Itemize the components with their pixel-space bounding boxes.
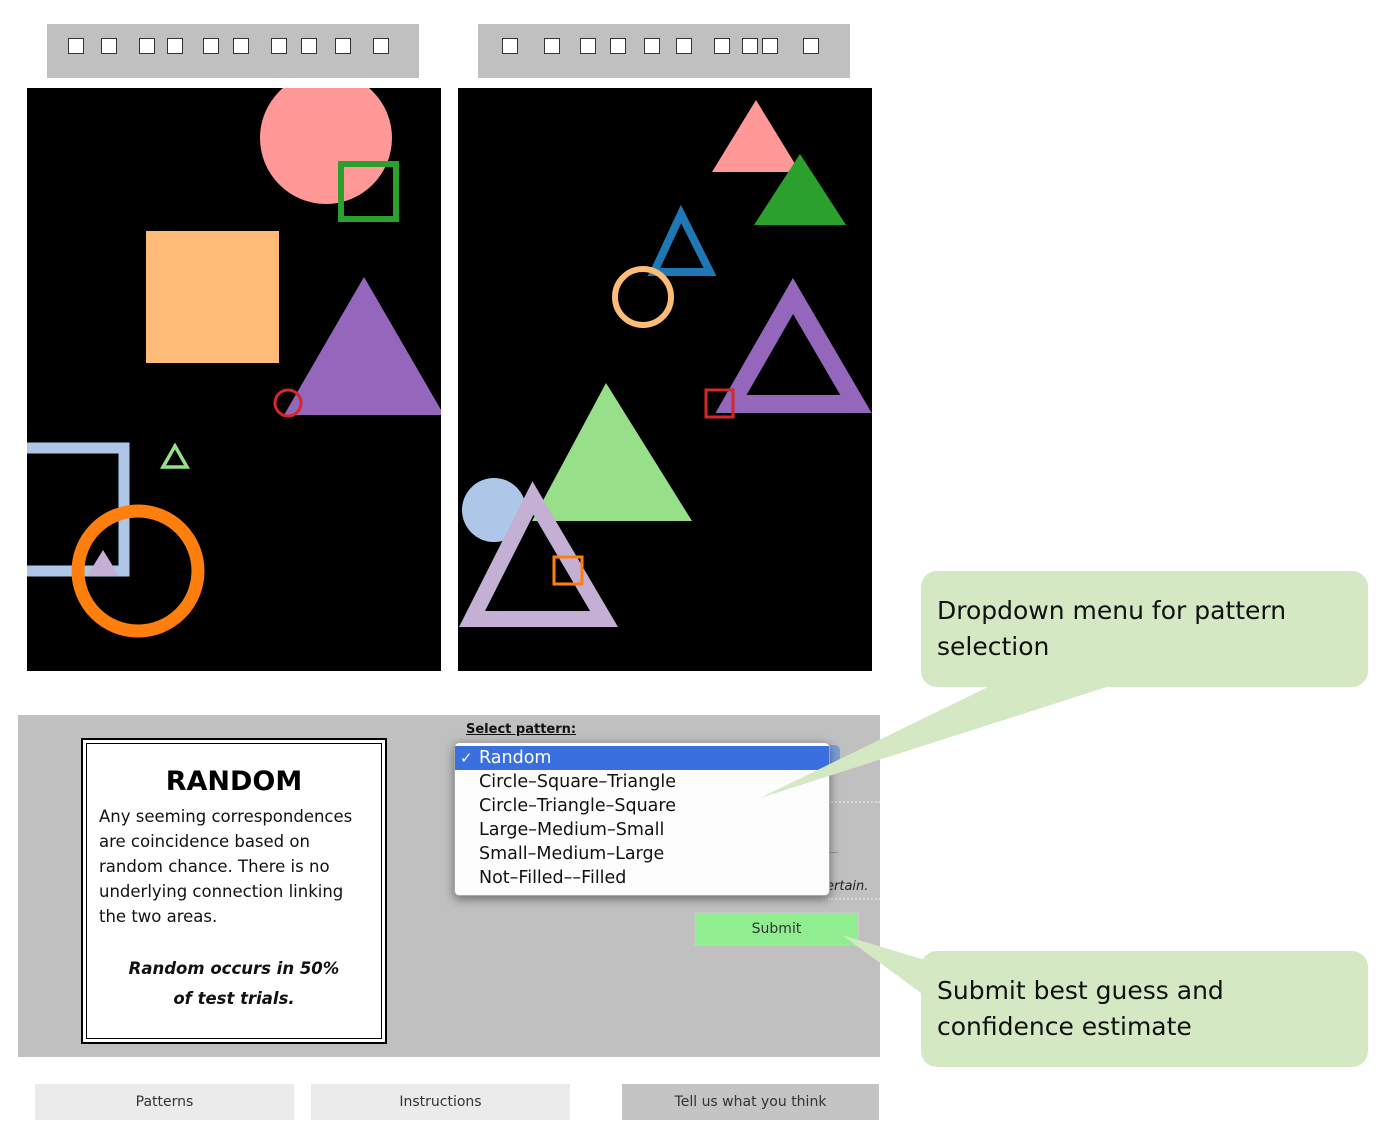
dropdown-callout-pointer [760, 686, 1110, 798]
submit-callout: Submit best guess and confidence estimat… [921, 951, 1368, 1067]
submit-callout-pointer [842, 935, 925, 996]
dropdown-callout: Dropdown menu for pattern selection [921, 571, 1368, 687]
